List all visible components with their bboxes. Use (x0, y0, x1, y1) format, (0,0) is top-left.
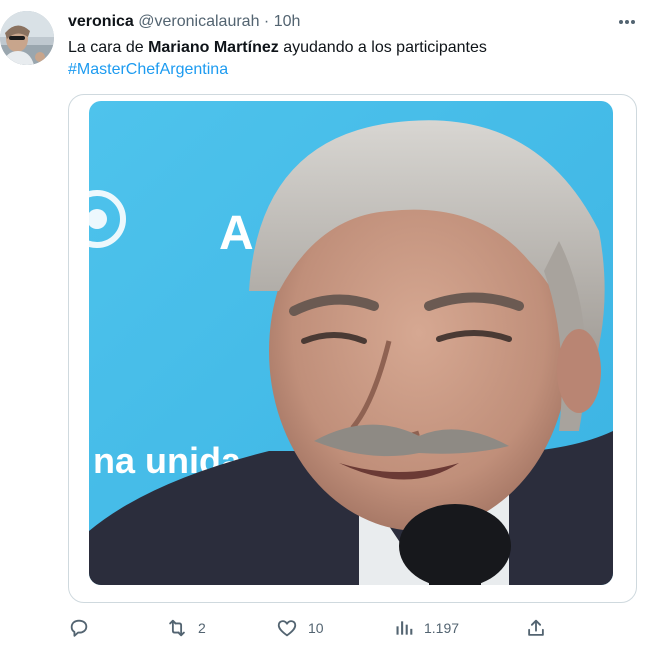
retweet-button[interactable]: 2 (166, 616, 206, 640)
share-button[interactable] (525, 616, 547, 640)
timestamp[interactable]: 10h (274, 13, 301, 30)
more-options-button[interactable] (612, 12, 642, 32)
like-count: 10 (308, 620, 324, 636)
avatar[interactable] (0, 11, 54, 65)
tweet-text-suffix: ayudando a los participantes (278, 39, 487, 56)
tweet-text: La cara de Mariano Martínez ayudando a l… (68, 37, 628, 81)
background-letter: A (219, 207, 254, 260)
tweet-header: veronica @veronicalaurah · 10h (68, 12, 300, 32)
tweet[interactable]: veronica @veronicalaurah · 10h La cara d… (0, 0, 649, 655)
more-icon (619, 20, 635, 24)
views-button[interactable]: 1.197 (394, 616, 459, 640)
tweet-actions: 2 10 1.197 (0, 612, 649, 644)
tweet-photo[interactable]: A na unida (89, 101, 613, 585)
tweet-text-bold-name: Mariano Martínez (148, 39, 279, 56)
separator-dot: · (263, 13, 270, 30)
heart-icon (277, 620, 297, 637)
media-card[interactable]: A na unida (68, 94, 637, 603)
handle[interactable]: @veronicalaurah (138, 13, 259, 30)
retweet-count: 2 (198, 620, 206, 636)
like-button[interactable]: 10 (276, 616, 324, 640)
display-name[interactable]: veronica (68, 13, 134, 30)
retweet-icon (169, 619, 185, 637)
views-count: 1.197 (424, 620, 460, 636)
views-icon (396, 621, 413, 635)
tweet-text-prefix: La cara de (68, 39, 149, 56)
share-icon (528, 619, 544, 636)
hashtag-link[interactable]: #MasterChefArgentina (68, 59, 628, 81)
reply-button[interactable] (68, 616, 90, 640)
reply-icon (70, 619, 88, 637)
